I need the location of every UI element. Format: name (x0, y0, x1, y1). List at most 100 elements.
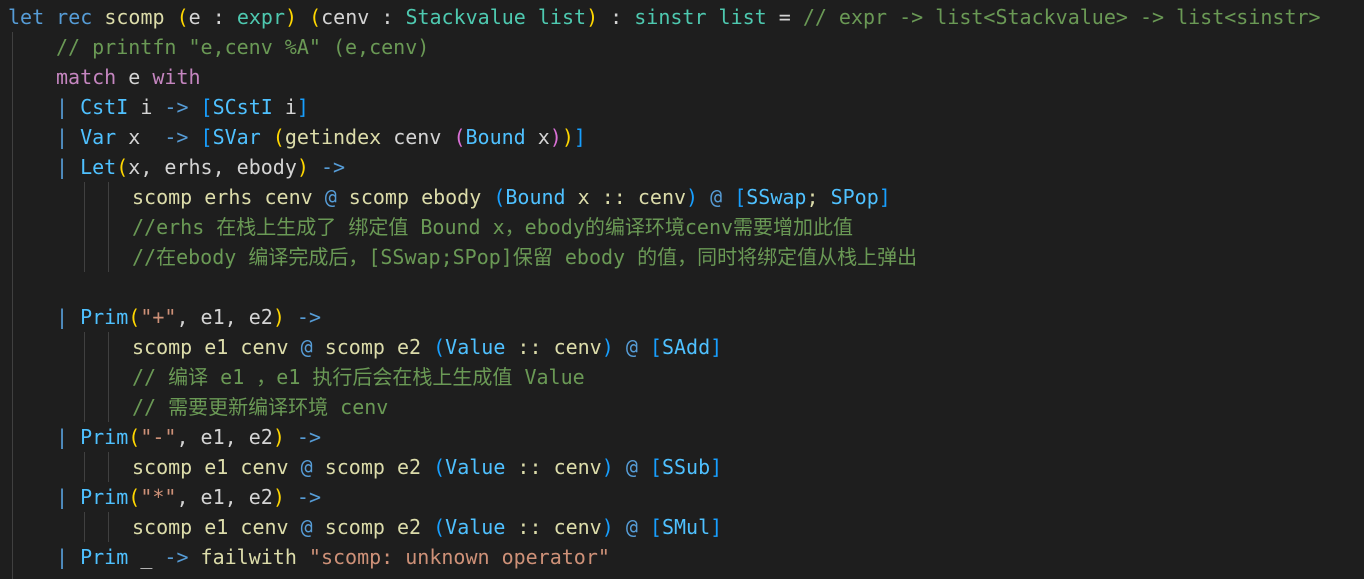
token-constructor: SCstI (212, 95, 273, 119)
token-constructor: Bound (505, 185, 566, 209)
token-identifier: i (284, 95, 297, 119)
token-arrow: -> (284, 425, 321, 449)
token-identifier: erhs (164, 155, 213, 179)
token-constructor: Value (445, 515, 506, 539)
code-line-5[interactable]: | Var x -> [SVar (getindex cenv (Bound x… (8, 122, 586, 152)
code-line-15[interactable]: | Prim("-", e1, e2) -> (8, 422, 321, 452)
token-identifier: i (140, 95, 153, 119)
token-identifier: e2 (396, 515, 422, 539)
token-operator: @ (625, 515, 638, 539)
token-function-call: scomp (132, 515, 193, 539)
code-line-8[interactable]: //erhs 在栈上生成了 绑定值 Bound x，ebody的编译环境cenv… (8, 212, 853, 242)
token-function-call: failwith (200, 545, 297, 569)
token-function-call: getindex (284, 125, 382, 149)
code-editor[interactable]: let rec scomp (e : expr) (cenv : Stackva… (0, 2, 1364, 579)
token-bracket: ) (601, 455, 614, 479)
token-identifier: erhs (204, 185, 253, 209)
token-type: expr (236, 5, 285, 29)
token-pipe: | (56, 545, 69, 569)
token-punct: , (212, 155, 237, 179)
token-param: e (188, 5, 201, 29)
token-keyword: match (56, 65, 117, 89)
token-comment: // 编译 e1 ，e1 执行后会在栈上生成值 Value (132, 365, 585, 389)
code-line-12[interactable]: scomp e1 cenv @ scomp e2 (Value :: cenv)… (8, 332, 722, 362)
token-function-call: scomp (132, 185, 193, 209)
token-identifier: e1 (200, 305, 225, 329)
code-line-17[interactable]: | Prim("*", e1, e2) -> (8, 482, 321, 512)
token-identifier: cenv (553, 335, 602, 359)
code-line-11[interactable]: | Prim("+", e1, e2) -> (8, 302, 321, 332)
token-bracket: ( (128, 425, 141, 449)
token-bracket: ] (710, 515, 723, 539)
token-operator: :: (505, 455, 554, 479)
token-bracket: ( (493, 185, 506, 209)
code-line-1[interactable]: let rec scomp (e : expr) (cenv : Stackva… (8, 2, 1321, 32)
code-line-16[interactable]: scomp e1 cenv @ scomp e2 (Value :: cenv)… (8, 452, 722, 482)
token-operator: @ (300, 515, 313, 539)
token-constructor: SAdd (661, 335, 711, 359)
token-operator: :: (505, 335, 554, 359)
token-constructor: SSwap (746, 185, 807, 209)
token-bracket: ) (686, 185, 699, 209)
code-line-14[interactable]: // 需要更新编译环境 cenv (8, 392, 388, 422)
token-identifier: cenv (240, 335, 289, 359)
code-line-19[interactable]: | Prim _ -> failwith "scomp: unknown ope… (8, 542, 610, 572)
token-keyword: let (8, 5, 45, 29)
token-bracket: ) (586, 5, 599, 29)
token-comment: // printfn "e,cenv %A" (e,cenv) (56, 35, 430, 59)
token-bracket: [ (200, 125, 213, 149)
token-bracket: ( (128, 305, 141, 329)
token-bracket: [ (649, 515, 662, 539)
token-bracket: ) (561, 125, 574, 149)
token-bracket: ( (433, 335, 446, 359)
token-bracket: ( (272, 125, 285, 149)
token-param: cenv (321, 5, 370, 29)
token-bracket: ( (433, 455, 446, 479)
token-punct: , (176, 485, 201, 509)
token-constructor: Value (445, 455, 506, 479)
token-punct: : (200, 5, 237, 29)
token-constructor: Let (80, 155, 117, 179)
token-comment: //在ebody 编译完成后，[SSwap;SPop]保留 ebody 的值，同… (132, 245, 918, 269)
token-function-call: scomp (324, 455, 385, 479)
token-comment: // expr -> list<Stackvalue> -> list<sins… (802, 5, 1321, 29)
token-function-call: scomp (132, 455, 193, 479)
code-line-6[interactable]: | Let(x, erhs, ebody) -> (8, 152, 345, 182)
token-arrow: -> (140, 125, 201, 149)
token-punct: , (176, 425, 201, 449)
code-line-2[interactable]: // printfn "e,cenv %A" (e,cenv) (8, 32, 429, 62)
code-line-9[interactable]: //在ebody 编译完成后，[SSwap;SPop]保留 ebody 的值，同… (8, 242, 917, 272)
code-line-4[interactable]: | CstI i -> [SCstI i] (8, 92, 309, 122)
token-constructor: Var (80, 125, 117, 149)
token-operator: @ (625, 335, 638, 359)
token-keyword: with (152, 65, 201, 89)
token-identifier: ebody (421, 185, 482, 209)
code-line-7[interactable]: scomp erhs cenv @ scomp ebody (Bound x :… (8, 182, 891, 212)
token-bracket: ( (309, 5, 322, 29)
code-line-18[interactable]: scomp e1 cenv @ scomp e2 (Value :: cenv)… (8, 512, 722, 542)
code-line-13[interactable]: // 编译 e1 ，e1 执行后会在栈上生成值 Value (8, 362, 585, 392)
token-function-name: scomp (104, 5, 165, 29)
token-punct: , (224, 305, 249, 329)
code-line-3[interactable]: match e with (8, 62, 201, 92)
token-punct: , (140, 155, 165, 179)
